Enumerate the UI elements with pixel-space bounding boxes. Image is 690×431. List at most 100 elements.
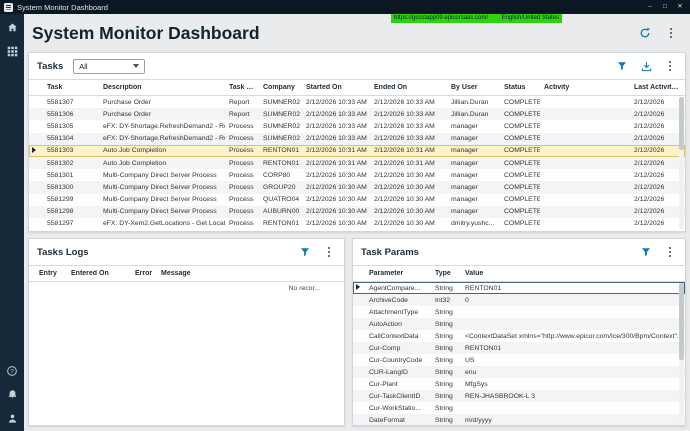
column-activity[interactable]: Activity bbox=[540, 84, 630, 91]
cell-started_on: 2/12/2026 10:33 AM bbox=[302, 135, 370, 142]
column-started-on[interactable]: Started On bbox=[302, 84, 370, 91]
cell-value: m/d/yyyy bbox=[461, 417, 685, 424]
column-error[interactable]: Error bbox=[131, 270, 157, 277]
cell-description: eFX: DY-Xem2.GetLocations - Get Location… bbox=[99, 220, 225, 227]
cell-task: 5581306 bbox=[43, 111, 99, 118]
panel-menu-icon[interactable] bbox=[663, 59, 677, 73]
cell-task_type: Process bbox=[225, 172, 259, 179]
cell-value: RENTON01 bbox=[461, 345, 685, 352]
cell-ended_on: 2/12/2026 10:30 AM bbox=[370, 172, 447, 179]
panel-menu-icon[interactable] bbox=[322, 245, 336, 259]
column-task-type[interactable]: Task Type bbox=[225, 84, 259, 91]
cell-started_on: 2/12/2026 10:33 AM bbox=[302, 123, 370, 130]
main-content: https://gccstapp09.epicorsaas.com/ Engli… bbox=[24, 14, 690, 431]
tasks-filter-value: All bbox=[79, 62, 87, 71]
table-row[interactable]: 5581302Auto Job CompletionProcessRENTON0… bbox=[29, 157, 685, 169]
panel-menu-icon[interactable] bbox=[663, 245, 677, 259]
table-row[interactable]: 5581307Purchase OrderReportSUMNER022/12/… bbox=[29, 96, 685, 108]
column-ended-on[interactable]: Ended On bbox=[370, 84, 447, 91]
cell-parameter: AgentCompare... bbox=[365, 285, 431, 292]
table-row[interactable]: Cur-TaskClientIDStringREN-JHASBROOK-L 3 bbox=[353, 390, 685, 402]
table-row[interactable]: Cur-CompStringRENTON01 bbox=[353, 342, 685, 354]
filter-icon[interactable] bbox=[298, 245, 312, 259]
task-params-title: Task Params bbox=[361, 247, 419, 258]
cell-last_activity: 2/12/2026 bbox=[630, 135, 685, 142]
table-row[interactable]: 5581303Auto Job CompletionProcessRENTON0… bbox=[29, 145, 685, 157]
filter-icon[interactable] bbox=[615, 59, 629, 73]
column-last-activity[interactable]: Last Activity On bbox=[630, 84, 685, 91]
profile-icon[interactable] bbox=[6, 412, 19, 425]
table-row[interactable]: CUR-LangIDStringenu bbox=[353, 366, 685, 378]
table-row[interactable]: Cur-CountryCodeStringUS bbox=[353, 354, 685, 366]
table-row[interactable]: 5581305eFX: DY-Shortage.RefreshDemand2 -… bbox=[29, 120, 685, 132]
column-by-user[interactable]: By User bbox=[447, 84, 500, 91]
task-params-panel: Task Params Parameter Type Value AgentCo… bbox=[352, 238, 686, 426]
close-button[interactable]: ✕ bbox=[674, 0, 686, 14]
page-actions bbox=[638, 26, 678, 40]
table-row[interactable]: 5581299Multi-Company Direct Server Proce… bbox=[29, 194, 685, 206]
tasks-panel-title: Tasks bbox=[37, 61, 63, 72]
cell-company: RENTON01 bbox=[259, 147, 302, 154]
home-icon[interactable] bbox=[6, 21, 19, 34]
table-row[interactable]: 5581297eFX: DY-Xem2.GetLocations - Get L… bbox=[29, 218, 685, 230]
column-description[interactable]: Description bbox=[99, 84, 225, 91]
column-message[interactable]: Message bbox=[157, 270, 344, 277]
table-row[interactable]: AttachmentTypeString bbox=[353, 306, 685, 318]
cell-last_activity: 2/12/2026 bbox=[630, 208, 685, 215]
tasks-filter-dropdown[interactable]: All bbox=[73, 59, 145, 74]
column-value[interactable]: Value bbox=[461, 270, 685, 277]
cell-last_activity: 2/12/2026 bbox=[630, 172, 685, 179]
table-row[interactable]: Cur-WorkStatio...String bbox=[353, 402, 685, 414]
cell-started_on: 2/12/2026 10:30 AM bbox=[302, 172, 370, 179]
help-icon[interactable]: ? bbox=[6, 364, 19, 377]
page-overflow-menu-icon[interactable] bbox=[664, 26, 678, 40]
cell-task: 5581298 bbox=[43, 208, 99, 215]
table-row[interactable]: AgentCompare...StringRENTON01 bbox=[353, 282, 685, 294]
tasks-vertical-scrollbar[interactable] bbox=[679, 97, 684, 229]
cell-description: Multi-Company Direct Server Process bbox=[99, 196, 225, 203]
column-status[interactable]: Status bbox=[500, 84, 540, 91]
minimize-button[interactable]: – bbox=[644, 0, 656, 14]
table-row[interactable]: 5581306Purchase OrderReportSUMNER022/12/… bbox=[29, 108, 685, 120]
refresh-icon[interactable] bbox=[638, 26, 652, 40]
cell-by_user: manager bbox=[447, 160, 500, 167]
cell-parameter: AutoAction bbox=[365, 321, 431, 328]
table-row[interactable]: ArchiveCodeInt320 bbox=[353, 294, 685, 306]
table-row[interactable]: DateFormatStringm/d/yyyy bbox=[353, 414, 685, 425]
cell-task: 5581305 bbox=[43, 123, 99, 130]
task-params-grid: Parameter Type Value AgentCompare...Stri… bbox=[353, 265, 685, 425]
cell-last_activity: 2/12/2026 bbox=[630, 220, 685, 227]
cell-task_type: Report bbox=[225, 99, 259, 106]
column-entry[interactable]: Entry bbox=[35, 270, 67, 277]
cell-started_on: 2/12/2026 10:30 AM bbox=[302, 220, 370, 227]
cell-task_type: Process bbox=[225, 184, 259, 191]
cell-last_activity: 2/12/2026 bbox=[630, 196, 685, 203]
cell-parameter: DateFormat bbox=[365, 417, 431, 424]
sidebar: ? bbox=[0, 14, 24, 431]
column-parameter[interactable]: Parameter bbox=[365, 270, 431, 277]
cell-by_user: manager bbox=[447, 135, 500, 142]
column-company[interactable]: Company bbox=[259, 84, 302, 91]
tasks-logs-grid: Entry Entered On Error Message No recor.… bbox=[29, 265, 344, 425]
cell-by_user: manager bbox=[447, 208, 500, 215]
cell-task_type: Process bbox=[225, 160, 259, 167]
filter-icon[interactable] bbox=[639, 245, 653, 259]
table-row[interactable]: 5581304eFX: DY-Shortage.RefreshDemand2 -… bbox=[29, 133, 685, 145]
cell-task: 5581302 bbox=[43, 160, 99, 167]
table-row[interactable]: AutoActionString bbox=[353, 318, 685, 330]
cell-last_activity: 2/12/2026 bbox=[630, 123, 685, 130]
maximize-button[interactable]: □ bbox=[659, 0, 671, 14]
bottom-panels: Tasks Logs Entry Entered On Error Messag… bbox=[28, 238, 686, 426]
table-row[interactable]: 5581298Multi-Company Direct Server Proce… bbox=[29, 206, 685, 218]
notifications-bell-icon[interactable] bbox=[6, 388, 19, 401]
column-type[interactable]: Type bbox=[431, 270, 461, 277]
table-row[interactable]: CallContextDataString<ContextDataSet xml… bbox=[353, 330, 685, 342]
column-task[interactable]: Task bbox=[43, 84, 99, 91]
params-vertical-scrollbar[interactable] bbox=[679, 283, 684, 423]
table-row[interactable]: 5581301Multi-Company Direct Server Proce… bbox=[29, 169, 685, 181]
table-row[interactable]: 5581300Multi-Company Direct Server Proce… bbox=[29, 181, 685, 193]
column-entered-on[interactable]: Entered On bbox=[67, 270, 131, 277]
apps-grid-icon[interactable] bbox=[6, 45, 19, 58]
download-icon[interactable] bbox=[639, 59, 653, 73]
table-row[interactable]: Cur-PlantStringMfgSys bbox=[353, 378, 685, 390]
